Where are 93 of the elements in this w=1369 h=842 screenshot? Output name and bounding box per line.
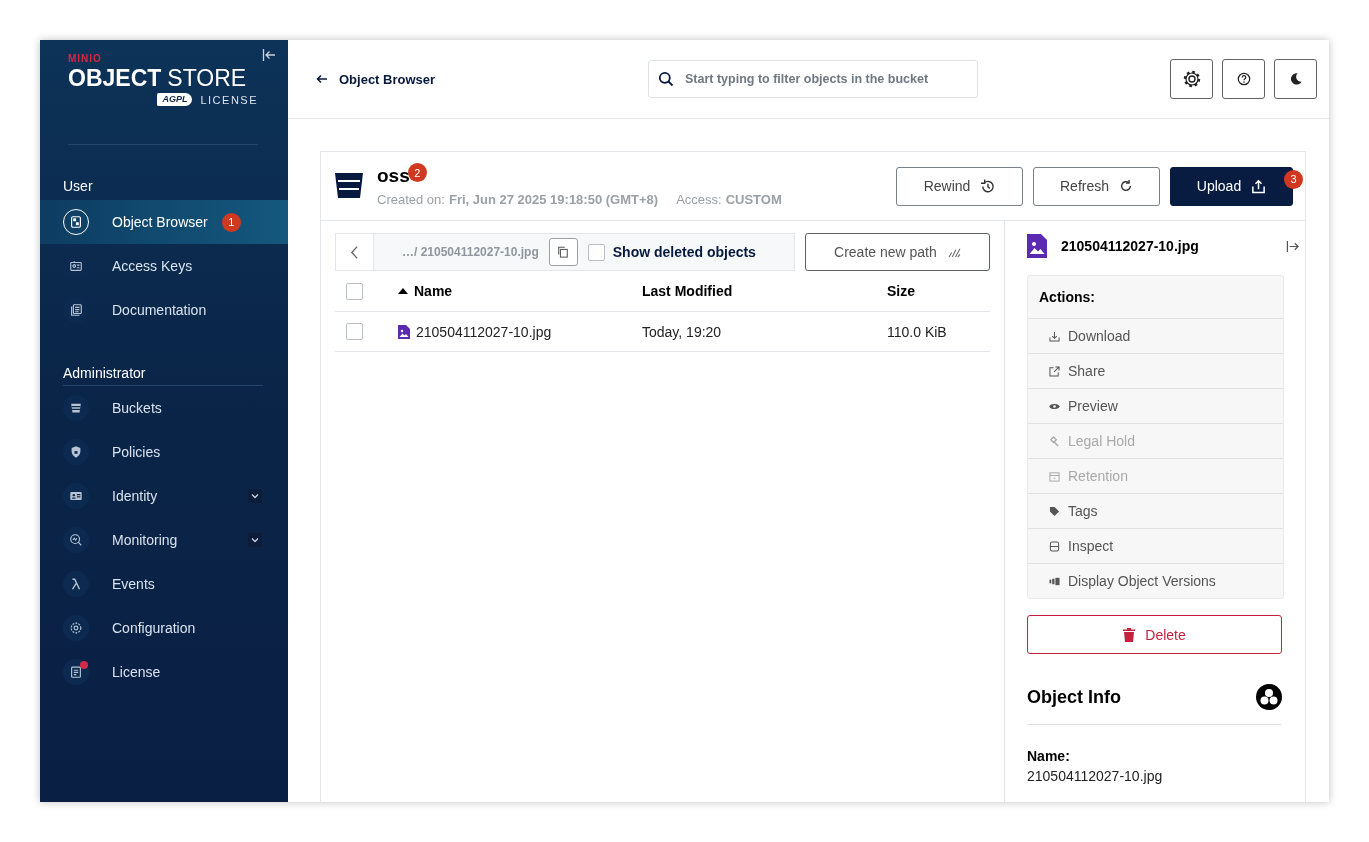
refresh-button[interactable]: Refresh [1033, 166, 1160, 206]
sort-up-icon [398, 288, 408, 294]
nav-item[interactable]: Configuration [40, 606, 288, 650]
gear-icon [69, 621, 83, 635]
bucket-name: oss [377, 164, 410, 187]
download-icon [1049, 330, 1060, 342]
arrow-left-icon [316, 74, 328, 84]
column-header[interactable]: Last Modified [642, 283, 887, 299]
section-heading: User [62, 177, 94, 196]
checkbox[interactable] [587, 243, 605, 261]
copy-button[interactable] [548, 238, 578, 266]
created-date: Fri, Jun 27 2025 19:18:50 (GMT+8) [448, 191, 659, 207]
nav-item[interactable]: License [40, 650, 288, 694]
nav-item[interactable]: Identity [40, 474, 288, 518]
refresh-icon [1119, 179, 1133, 193]
section-title: Object Info [1027, 686, 1121, 708]
nav-item[interactable]: Monitoring [40, 518, 288, 562]
chevron-down-icon[interactable] [248, 489, 262, 503]
settings-icon [1181, 69, 1202, 89]
calendar-icon [1049, 470, 1060, 482]
image-file-icon [1027, 234, 1047, 258]
help-icon [1236, 72, 1251, 86]
table-cell-text: 110.0 KiB [887, 323, 948, 340]
action-item[interactable]: Share [1028, 354, 1283, 389]
select-all-checkbox[interactable] [346, 282, 363, 300]
rewind-button[interactable]: Rewind [896, 166, 1023, 206]
moon-icon [1288, 72, 1303, 86]
settings-button[interactable] [1170, 59, 1213, 99]
chevron-left-icon [350, 244, 359, 260]
tag-icon [1049, 505, 1060, 517]
delete-button[interactable]: Delete [1027, 615, 1282, 654]
trash-icon [1123, 627, 1136, 642]
chevron-down-icon[interactable] [248, 533, 262, 547]
id-card-icon [69, 259, 83, 273]
search-icon [658, 71, 674, 87]
share-circle-icon[interactable] [1256, 684, 1282, 710]
row-checkbox[interactable] [346, 323, 363, 340]
nav-item[interactable]: Access Keys [40, 244, 288, 288]
file-title: 210504112027-10.jpg [1061, 238, 1199, 254]
bars-icon [1049, 575, 1060, 587]
breadcrumb-path: …/ 210504112027-10.jpg [402, 245, 539, 259]
column-header[interactable]: Name [398, 283, 642, 299]
dark-mode-button[interactable] [1274, 59, 1317, 99]
create-path-button[interactable]: Create new path [804, 233, 990, 271]
shield-icon [69, 445, 83, 459]
access-label: Access: [676, 191, 722, 207]
checkbox-label: Show deleted objects [612, 244, 756, 260]
action-item[interactable]: Download [1028, 319, 1283, 354]
brand-logo: MINIO [68, 53, 102, 65]
action-item[interactable]: Inspect [1028, 529, 1283, 564]
nav-item[interactable]: Documentation [40, 288, 288, 332]
nav-item[interactable]: Object Browser 1 [40, 200, 288, 244]
product-title: OBJECT [68, 65, 162, 91]
step-badge: 1 [221, 212, 241, 232]
new-path-icon [947, 246, 961, 258]
file-name[interactable]: 210504112027-10.jpg [416, 323, 552, 340]
copy-icon [557, 246, 570, 258]
nav-item[interactable]: Buckets [40, 386, 288, 430]
table-cell-text: Today, 19:20 [642, 323, 723, 340]
search-field[interactable]: Start typing to filter objects in the bucket [648, 60, 978, 98]
license-label: LICENSE [200, 93, 258, 106]
nav-item[interactable]: Policies [40, 430, 288, 474]
bucket-icon [334, 170, 364, 200]
collapse-icon[interactable] [262, 48, 276, 62]
action-item[interactable]: Display Object Versions [1028, 564, 1283, 598]
help-button[interactable] [1222, 59, 1265, 99]
access-value: CUSTOM [725, 191, 782, 207]
field-label: Name: [1027, 748, 1071, 764]
inspect-icon [1049, 540, 1060, 552]
share-icon [1049, 365, 1060, 377]
object-browser-icon [69, 215, 83, 229]
notification-dot [80, 661, 88, 669]
product-title: STORE [167, 65, 247, 91]
lambda-icon [69, 577, 83, 591]
created-label: Created on: [377, 191, 445, 207]
column-header[interactable]: Size [887, 283, 990, 299]
bucket-icon [69, 401, 83, 415]
license-mark: AGPL [157, 93, 193, 106]
field-value: 210504112027-10.jpg [1027, 768, 1164, 784]
history-icon [980, 178, 996, 194]
magnifier-icon [69, 533, 83, 547]
documents-icon [69, 303, 83, 317]
document-icon [69, 665, 83, 679]
back-link[interactable]: Object Browser [316, 71, 648, 87]
action-item[interactable]: Preview [1028, 389, 1283, 424]
image-file-icon [398, 324, 410, 339]
section-heading: Administrator [62, 364, 147, 383]
nav-item[interactable]: Events [40, 562, 288, 606]
action-item[interactable]: Tags [1028, 494, 1283, 529]
actions-heading: Actions: [1028, 276, 1283, 319]
id-card-icon [69, 489, 83, 503]
upload-icon [1251, 178, 1267, 194]
close-panel-icon[interactable] [1286, 239, 1299, 253]
